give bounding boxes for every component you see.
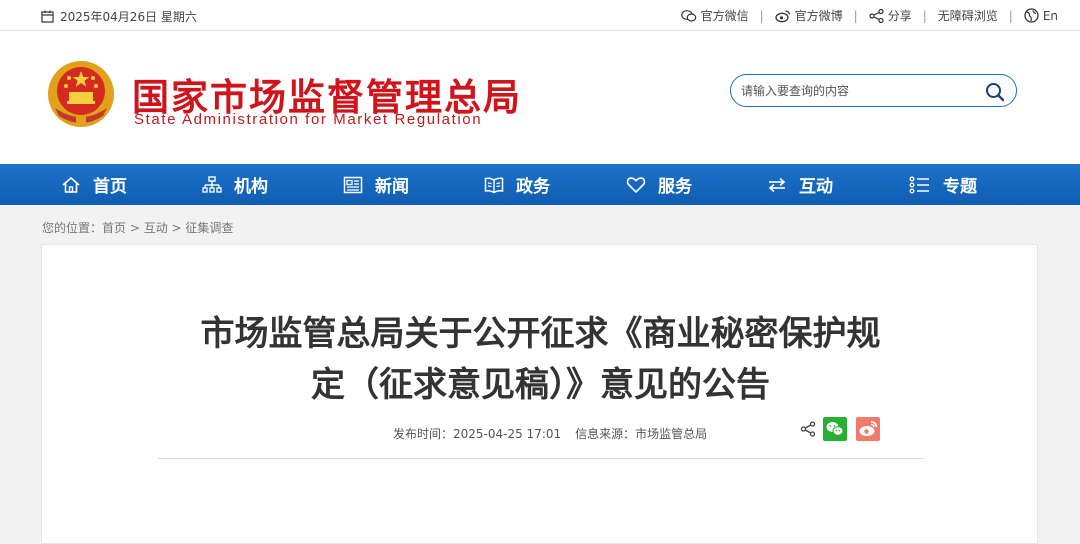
- national-emblem-icon[interactable]: [45, 58, 117, 130]
- breadcrumb-prefix: 您的位置：: [42, 221, 103, 235]
- wechat-share-icon[interactable]: [823, 417, 847, 441]
- nav-label: 首页: [93, 177, 127, 197]
- nav-label: 专题: [943, 177, 977, 197]
- article-share: [800, 417, 880, 441]
- separator: |: [853, 8, 858, 23]
- nav-label: 新闻: [375, 177, 409, 197]
- news-icon: [343, 176, 363, 193]
- publish-time: 发布时间：2025-04-25 17:01: [393, 427, 562, 441]
- accessibility-link[interactable]: 无障碍浏览: [938, 7, 998, 24]
- calendar-icon: [41, 10, 54, 23]
- exchange-icon: [768, 177, 786, 192]
- heart-icon: [626, 176, 646, 193]
- top-links: 官方微信 | 官方微博 | 分享 | 无障碍浏览 | En: [680, 7, 1058, 24]
- article-card: 市场监管总局关于公开征求《商业秘密保护规 定（征求意见稿）》意见的公告 发布时间…: [41, 244, 1038, 544]
- breadcrumb: 您的位置：首页 > 互动 > 征集调查: [42, 219, 233, 236]
- official-wechat-label: 官方微信: [700, 9, 749, 23]
- nav-item-home[interactable]: 首页: [61, 164, 127, 205]
- breadcrumb-home[interactable]: 首页: [102, 221, 126, 235]
- date-text: 2025年04月26日 星期六: [60, 10, 197, 24]
- home-icon: [62, 176, 80, 193]
- separator: |: [759, 8, 764, 23]
- main-nav: 首页 机构 新闻 政务 服务 互动 专题: [0, 164, 1080, 205]
- english-label: En: [1042, 8, 1058, 23]
- meta-divider: [158, 458, 924, 459]
- top-bar: 2025年04月26日 星期六 官方微信 | 官方微博 | 分享 | 无障碍浏览…: [0, 0, 1080, 31]
- english-link[interactable]: En: [1024, 8, 1058, 23]
- article-title: 市场监管总局关于公开征求《商业秘密保护规 定（征求意见稿）》意见的公告: [42, 309, 1039, 411]
- nav-item-services[interactable]: 服务: [626, 164, 692, 205]
- site-header: 国家市场监督管理总局 State Administration for Mark…: [0, 31, 1080, 164]
- site-title-en: State Administration for Market Regulati…: [134, 111, 483, 128]
- search-input[interactable]: [741, 81, 971, 101]
- share-label: 分享: [887, 9, 912, 23]
- article-title-line-2: 定（征求意见稿）》意见的公告: [311, 365, 770, 405]
- weibo-share-icon[interactable]: [856, 417, 880, 441]
- nav-item-government-affairs[interactable]: 政务: [484, 164, 550, 205]
- globe-icon: [1024, 8, 1039, 23]
- nav-label: 服务: [658, 177, 692, 197]
- book-icon: [484, 176, 504, 193]
- breadcrumb-interaction[interactable]: 互动: [144, 221, 168, 235]
- nav-item-news[interactable]: 新闻: [343, 164, 409, 205]
- article-meta: 发布时间：2025-04-25 17:01 信息来源：市场监管总局: [393, 425, 707, 442]
- separator: |: [1008, 8, 1013, 23]
- share-icon[interactable]: [800, 421, 816, 437]
- current-date: 2025年04月26日 星期六: [41, 8, 197, 25]
- info-source: 信息来源：市场监管总局: [575, 427, 708, 441]
- weibo-icon: [774, 9, 790, 22]
- list-icon: [909, 176, 929, 193]
- share-link[interactable]: 分享: [869, 7, 912, 24]
- breadcrumb-separator: >: [167, 221, 186, 235]
- org-icon: [202, 175, 222, 193]
- nav-label: 机构: [234, 177, 268, 197]
- accessibility-label: 无障碍浏览: [937, 9, 998, 23]
- nav-item-interaction[interactable]: 互动: [767, 164, 833, 205]
- nav-label: 互动: [799, 177, 833, 197]
- nav-label: 政务: [516, 177, 550, 197]
- nav-item-organization[interactable]: 机构: [202, 164, 268, 205]
- breadcrumb-survey[interactable]: 征集调查: [185, 221, 233, 235]
- share-icon: [869, 8, 884, 23]
- official-weibo-link[interactable]: 官方微博: [774, 7, 843, 24]
- search-box: [730, 74, 1017, 107]
- search-icon[interactable]: [984, 81, 1006, 103]
- article-title-line-1: 市场监管总局关于公开征求《商业秘密保护规: [200, 314, 881, 354]
- separator: |: [922, 8, 927, 23]
- wechat-icon: [680, 9, 696, 22]
- nav-item-topics[interactable]: 专题: [909, 164, 977, 205]
- breadcrumb-separator: >: [126, 221, 144, 235]
- official-wechat-link[interactable]: 官方微信: [680, 7, 749, 24]
- official-weibo-label: 官方微博: [794, 9, 843, 23]
